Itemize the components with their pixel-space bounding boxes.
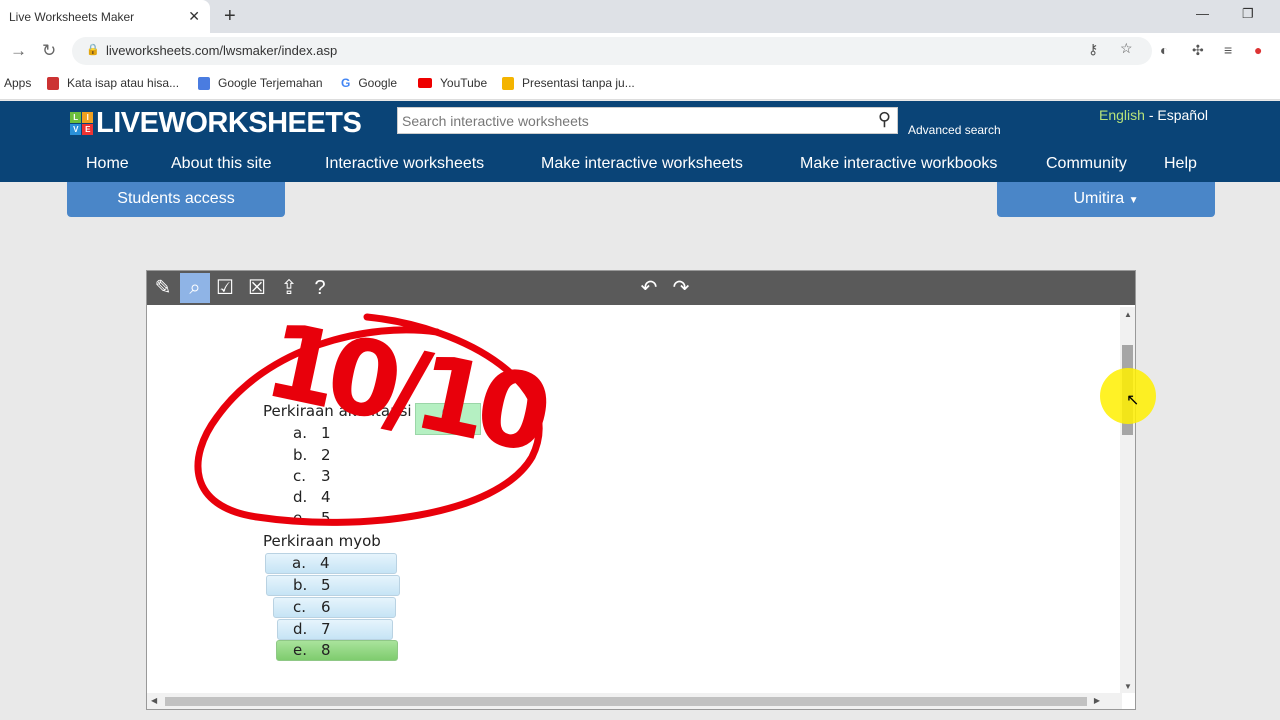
lang-sep: -	[1148, 107, 1154, 123]
google-icon: G	[341, 76, 351, 90]
bookmark-label: Kata isap atau hisa...	[67, 76, 180, 90]
tab-bar: Live Worksheets Maker ✕ + — ❐	[0, 0, 1280, 33]
q2-option-a[interactable]: a. 4	[265, 553, 397, 574]
redo-icon[interactable]: ↷	[666, 273, 696, 303]
bookmark-kata[interactable]: Kata isap atau hisa...	[47, 76, 179, 90]
nav-home[interactable]: Home	[86, 155, 129, 173]
url-input[interactable]: 🔒 liveworksheets.com/lwsmaker/index.asp ⚷…	[72, 37, 1152, 65]
slides-icon	[502, 76, 514, 90]
browser-tab[interactable]: Live Worksheets Maker ✕	[0, 0, 210, 33]
new-tab-icon[interactable]: +	[224, 5, 236, 28]
check-icon[interactable]: ☑	[210, 273, 240, 303]
upload-icon[interactable]: ⇪	[274, 273, 304, 303]
search-icon[interactable]: ⚲	[878, 109, 891, 130]
horizontal-scroll-thumb[interactable]	[165, 697, 1087, 706]
media-icon[interactable]: ≡	[1224, 42, 1232, 58]
reload-icon[interactable]: ↻	[42, 41, 56, 61]
minimize-icon[interactable]: —	[1196, 6, 1209, 21]
mouse-cursor-icon: ↖	[1126, 392, 1140, 409]
user-name: Umitira	[1073, 190, 1125, 207]
scroll-up-icon[interactable]: ▲	[1124, 310, 1132, 319]
nav-interactive-worksheets[interactable]: Interactive worksheets	[325, 155, 484, 173]
scroll-left-icon[interactable]: ◀	[151, 696, 157, 705]
lang-spanish[interactable]: Español	[1157, 107, 1208, 123]
worksheet-editor: ✎ ⌕ ☑ ☒ ⇪ ? ↶ ↷ Perkiraan akuntansi e. a…	[146, 270, 1136, 710]
advanced-search-link[interactable]: Advanced search	[908, 123, 1001, 137]
horizontal-scrollbar[interactable]: ◀ ▶	[147, 693, 1122, 709]
caret-down-icon: ▼	[1128, 195, 1139, 206]
help-icon[interactable]: ?	[305, 273, 335, 303]
site-header: LIVE LIVEWORKSHEETS Search interactive w…	[0, 101, 1280, 182]
site-logo[interactable]: LIVE LIVEWORKSHEETS	[70, 107, 362, 140]
tab-title: Live Worksheets Maker	[9, 10, 135, 24]
clear-icon[interactable]: ☒	[242, 273, 272, 303]
bookmark-google[interactable]: G Google	[341, 76, 397, 90]
nav-about[interactable]: About this site	[171, 155, 272, 173]
preview-icon[interactable]: ⌕	[180, 273, 210, 303]
search-placeholder: Search interactive worksheets	[402, 113, 589, 129]
url-text: liveworksheets.com/lwsmaker/index.asp	[106, 43, 338, 58]
bookmarks-bar: Apps Kata isap atau hisa... Google Terje…	[0, 69, 1280, 100]
address-bar-row: → ↻ 🔒 liveworksheets.com/lwsmaker/index.a…	[0, 33, 1280, 69]
puzzle-icon[interactable]: ✣	[1192, 42, 1204, 59]
logo-badge: LIVE	[70, 112, 93, 135]
lock-icon: 🔒	[86, 44, 100, 56]
bookmark-label: Google	[358, 76, 398, 90]
user-menu-button[interactable]: Umitira ▼	[997, 182, 1215, 217]
q2-option-e-selected[interactable]: e. 8	[276, 640, 398, 661]
q2-option-d[interactable]: d. 7	[277, 619, 393, 640]
q2-option-c[interactable]: c. 6	[273, 597, 396, 618]
bookmark-label: Presentasi tanpa ju...	[522, 76, 635, 90]
key-icon[interactable]: ⚷	[1088, 41, 1098, 58]
bookmark-label: Apps	[4, 76, 32, 90]
nav-make-workbooks[interactable]: Make interactive workbooks	[800, 155, 997, 173]
logo-text: LIVEWORKSHEETS	[96, 107, 362, 139]
undo-icon[interactable]: ↶	[634, 273, 664, 303]
extension-icon[interactable]: ◐	[1160, 42, 1168, 58]
vertical-scrollbar[interactable]: ▲ ▼	[1120, 307, 1135, 693]
scroll-right-icon[interactable]: ▶	[1094, 696, 1100, 705]
star-icon[interactable]: ☆	[1120, 40, 1133, 57]
translate-icon	[198, 76, 210, 90]
bookmark-label: YouTube	[440, 76, 488, 90]
bookmark-youtube[interactable]: YouTube	[418, 76, 487, 90]
language-switch: English - Español	[1099, 107, 1208, 123]
bookmark-apps[interactable]: Apps	[4, 76, 31, 90]
nav-help[interactable]: Help	[1164, 155, 1197, 173]
youtube-icon	[418, 78, 432, 88]
editor-toolbar: ✎ ⌕ ☑ ☒ ⇪ ? ↶ ↷	[147, 271, 1135, 305]
students-access-button[interactable]: Students access	[67, 182, 285, 217]
q2-option-b[interactable]: b. 5	[266, 575, 400, 596]
search-input[interactable]: Search interactive worksheets ⚲	[397, 107, 898, 134]
scroll-down-icon[interactable]: ▼	[1124, 682, 1132, 691]
nav-make-worksheets[interactable]: Make interactive worksheets	[541, 155, 743, 173]
close-tab-icon[interactable]: ✕	[188, 8, 200, 25]
bookmark-label: Google Terjemahan	[218, 76, 323, 90]
worksheet-canvas: Perkiraan akuntansi e. a. 1 b. 2 c. 3 d. 4 e…	[147, 307, 1122, 691]
forward-icon[interactable]: →	[10, 41, 27, 61]
bookmark-slides[interactable]: Presentasi tanpa ju...	[502, 76, 635, 90]
lang-english[interactable]: English	[1099, 107, 1145, 123]
book-icon	[47, 76, 59, 90]
nav-community[interactable]: Community	[1046, 155, 1127, 173]
edit-icon[interactable]: ✎	[148, 273, 178, 303]
profile-avatar[interactable]: ●	[1254, 42, 1262, 58]
restore-icon[interactable]: ❐	[1242, 6, 1254, 22]
bookmark-translate[interactable]: Google Terjemahan	[198, 76, 323, 90]
